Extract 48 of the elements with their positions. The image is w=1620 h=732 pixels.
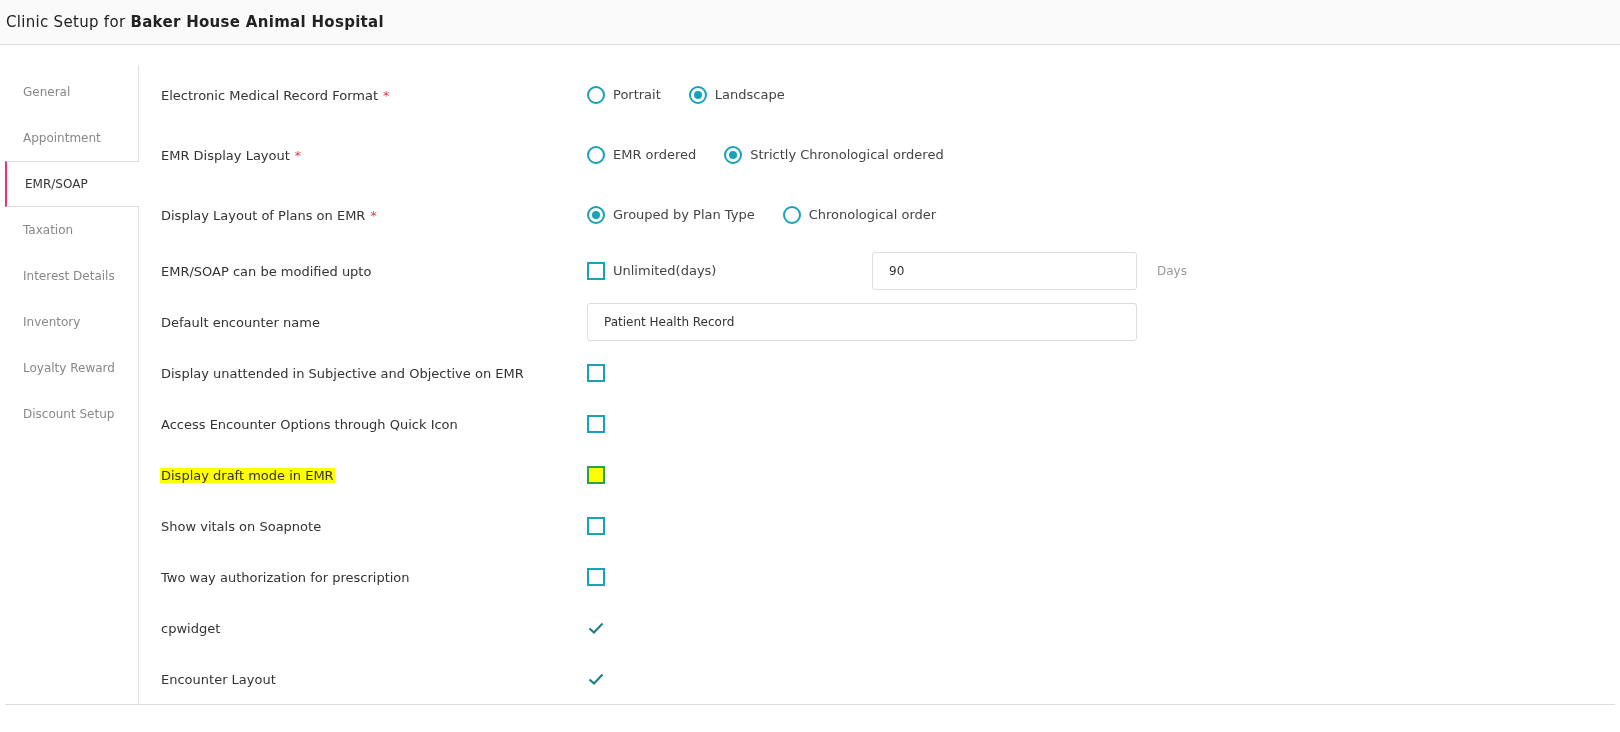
checkbox[interactable] [587,567,605,586]
radio-button[interactable] [782,206,801,224]
radio-label: Chronological order [808,206,937,225]
checkbox[interactable] [587,363,605,382]
sidebar-tab[interactable]: EMR/SOAP [5,161,139,207]
sidebar-tab[interactable]: Taxation [5,207,138,253]
setting-label: EMR/SOAP can be modified upto [160,263,373,279]
setting-label: EMR Display Layout [160,148,291,163]
sidebar-tab[interactable]: General [5,69,138,115]
sidebar-tab[interactable]: Inventory [5,299,138,345]
setting-label: Display unattended in Subjective and Objective on EMR [160,365,525,381]
setting-label: Default encounter name [160,314,321,330]
checkbox[interactable] [587,414,605,433]
checkbox[interactable] [587,261,605,280]
sidebar-tab[interactable]: Appointment [5,115,138,161]
setting-label: Display Layout of Plans on EMR [160,208,367,223]
days-input[interactable]: 90 [872,251,1137,290]
setting-label: Display draft mode in EMR [160,467,335,483]
checkbox[interactable] [587,516,605,535]
radio-label: EMR ordered [613,146,697,165]
required-mark: * [370,208,377,223]
checkbox[interactable] [587,465,605,484]
radio-label: Strictly Chronological ordered [750,146,944,165]
sidebar-tab[interactable]: Interest Details [5,253,138,299]
sidebar-tab[interactable]: Loyalty Reward [5,345,138,391]
radio-button[interactable] [724,146,743,164]
required-mark: * [383,88,390,103]
radio-button[interactable] [587,86,605,104]
setting-label: Access Encounter Options through Quick Icon [160,416,459,432]
page-title: Clinic Setup for Baker House Animal Hospital [6,11,384,33]
encounter-name-input[interactable]: Patient Health Record [587,302,1137,341]
setting-label: Electronic Medical Record Format [160,88,379,103]
sidebar-tab[interactable]: Discount Setup [5,391,138,437]
checkmark-icon[interactable] [588,672,604,685]
radio-button[interactable] [587,206,605,224]
radio-button[interactable] [688,86,707,104]
radio-label: Grouped by Plan Type [613,206,755,225]
setting-label: Encounter Layout [160,671,277,687]
radio-label: Portrait [613,86,661,105]
radio-label: Landscape [714,86,785,105]
days-unit: Days [1157,262,1187,280]
checkmark-icon[interactable] [588,621,604,634]
required-mark: * [294,148,302,163]
setting-label: Show vitals on Soapnote [160,518,323,534]
radio-button[interactable] [587,146,605,164]
checkbox-label: Unlimited(days) [613,261,717,280]
setting-label: cpwidget [160,620,222,636]
setting-label: Two way authorization for prescription [160,569,411,585]
